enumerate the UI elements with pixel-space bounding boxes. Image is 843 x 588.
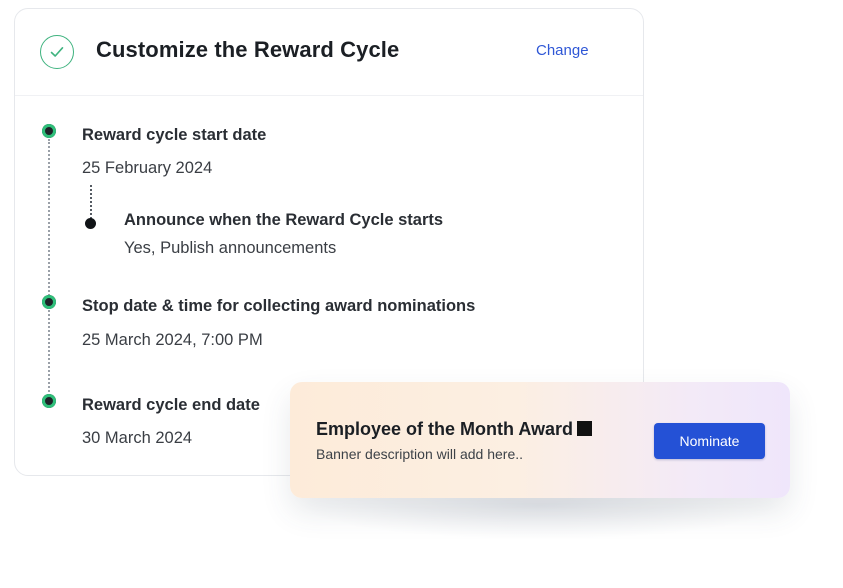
end-date-label: Reward cycle end date [82, 396, 260, 414]
card-title: Customize the Reward Cycle [96, 37, 400, 62]
timeline-sub-dot-icon [85, 218, 96, 229]
end-date-value: 30 March 2024 [82, 429, 193, 447]
timeline-connector [48, 139, 50, 407]
nominate-button[interactable]: Nominate [654, 423, 765, 459]
banner-title-row: Employee of the Month Award [316, 419, 593, 440]
page: Customize the Reward Cycle Change Reward… [0, 0, 843, 588]
timeline-dot-icon [42, 124, 56, 138]
announce-label: Announce when the Reward Cycle starts [124, 211, 444, 229]
check-icon [40, 35, 74, 69]
banner-title: Employee of the Month Award [316, 419, 574, 439]
timeline-sub-connector [90, 185, 92, 219]
announce-value: Yes, Publish announcements [124, 239, 337, 257]
change-link[interactable]: Change [536, 42, 589, 59]
award-banner: Employee of the Month Award Banner descr… [290, 382, 790, 498]
start-date-label: Reward cycle start date [82, 126, 267, 144]
card-header: Customize the Reward Cycle Change [15, 9, 643, 96]
timeline-dot-icon [42, 295, 56, 309]
square-icon [577, 421, 593, 436]
banner-description: Banner description will add here.. [316, 446, 524, 462]
timeline-dot-icon [42, 394, 56, 408]
start-date-value: 25 February 2024 [82, 159, 213, 177]
stop-date-value: 25 March 2024, 7:00 PM [82, 331, 263, 349]
stop-date-label: Stop date & time for collecting award no… [82, 297, 476, 315]
